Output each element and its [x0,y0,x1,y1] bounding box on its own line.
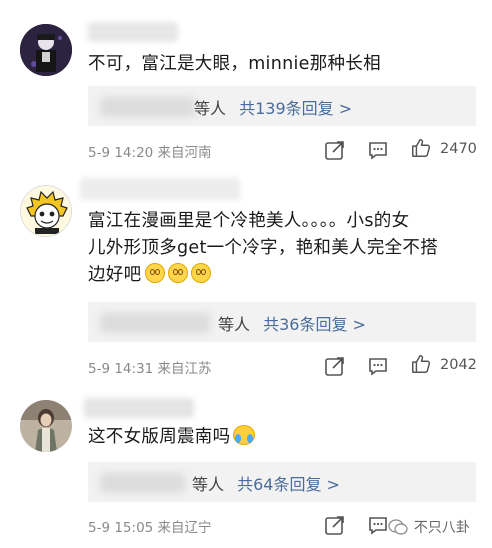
comment-line: 富江在漫画里是个冷艳美人。。。。小s的女 [88,211,410,231]
share-icon[interactable] [324,139,346,161]
crying-emoji-icon [233,425,256,445]
wechat-logo-icon [388,519,408,535]
thumbs-up-icon[interactable] [409,137,433,159]
thumbs-up-icon[interactable] [409,353,433,375]
reply-preview[interactable]: 等人 共64条回复 > [88,462,476,502]
avatar[interactable] [20,24,72,76]
comment-line: 边好吧 [88,265,142,285]
emoji-icon [191,263,212,283]
comment-icon[interactable] [367,139,389,161]
comment-icon[interactable] [367,514,389,536]
watermark: 不只八卦 [388,517,470,537]
comment-text: 这不女版周震南吗 [88,424,478,451]
comment-icon[interactable] [367,355,389,377]
comment-item: 不可，富江是大眼，minnie那种长相 等人 共139条回复 > 5-9 14:… [0,0,492,170]
emoji-icon [168,263,189,283]
comment-text: 富江在漫画里是个冷艳美人。。。。小s的女 儿外形顶多get一个冷字，艳和美人完全… [88,208,478,289]
username-blurred[interactable] [84,398,194,418]
reply-preview[interactable]: 等人 共36条回复 > [88,302,476,342]
comment-line: 儿外形顶多get一个冷字，艳和美人完全不搭 [88,238,439,258]
avatar[interactable] [20,185,72,237]
comment-meta: 5-9 14:20 来自河南 [88,145,212,161]
reply-suffix: 等人 [194,99,227,118]
comment-line-last: 边好吧 [88,262,478,289]
reply-count-link[interactable]: 共139条回复 > [239,99,352,118]
share-icon[interactable] [324,355,346,377]
reply-suffix: 等人 [192,475,225,494]
username-blurred[interactable] [88,22,178,42]
comment-meta: 5-9 15:05 来自辽宁 [88,520,212,536]
like-count: 2042 [440,357,477,373]
reply-count-link[interactable]: 共36条回复 > [263,315,366,334]
emoji-icon [145,263,166,283]
reply-count-link[interactable]: 共64条回复 > [237,475,340,494]
comment-meta: 5-9 14:31 来自江苏 [88,361,212,377]
share-icon[interactable] [324,514,346,536]
watermark-text: 不只八卦 [413,520,470,536]
comment-item: 富江在漫画里是个冷艳美人。。。。小s的女 儿外形顶多get一个冷字，艳和美人完全… [0,170,492,390]
reply-suffix: 等人 [218,315,251,334]
reply-preview[interactable]: 等人 共139条回复 > [88,86,476,126]
comment-text: 不可，富江是大眼，minnie那种长相 [88,54,381,74]
avatar[interactable] [20,400,72,452]
like-count: 2470 [440,141,477,157]
comment-line: 这不女版周震南吗 [88,427,231,447]
username-blurred[interactable] [80,178,240,200]
